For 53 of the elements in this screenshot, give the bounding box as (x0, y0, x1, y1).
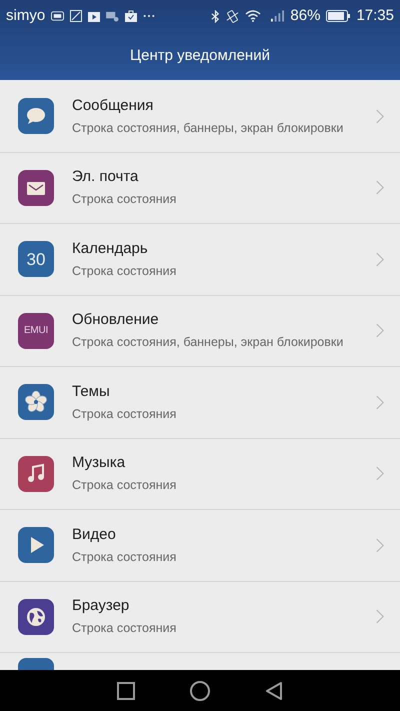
item-title: Темы (72, 382, 111, 402)
sim-card-icon (51, 11, 64, 21)
chevron-right-icon (376, 538, 384, 553)
app-icon (18, 658, 54, 670)
chevron-right-icon (376, 323, 384, 338)
clock-time: 17:35 (356, 6, 394, 26)
item-subtitle: Строка состояния, баннеры, экран блокировки (72, 334, 344, 352)
item-subtitle: Строка состояния (72, 620, 178, 638)
list-item[interactable]: Браузер Строка состояния (0, 582, 400, 653)
mail-settings-icon (106, 10, 120, 22)
icon-label: 30 (26, 250, 46, 268)
list-item[interactable]: Видео Строка состояния (0, 510, 400, 582)
image-icon (70, 10, 82, 22)
item-title: Видео (72, 524, 117, 545)
shopping-bag-icon (125, 10, 138, 22)
list-item[interactable]: Эл. почта Строка состояния (0, 152, 400, 224)
screen-title: Центр уведомлений (130, 46, 270, 66)
list-item[interactable]: Темы Строка состояния (0, 367, 400, 438)
chevron-right-icon (376, 180, 384, 196)
list-item[interactable]: Сообщения Строка состояния, баннеры, экран блокировки (0, 81, 400, 152)
chevron-right-icon (376, 466, 384, 482)
recent-apps-button[interactable] (117, 682, 136, 700)
item-title: Сообщения (72, 96, 154, 116)
icon-label: EMUI (24, 326, 48, 336)
item-title: Браузер (72, 596, 130, 616)
item-subtitle: Строка состояния, баннеры, экран блокировки (72, 120, 344, 137)
chevron-right-icon (376, 609, 384, 624)
item-title: Календарь (72, 238, 149, 259)
item-subtitle: Строка состояния (72, 477, 178, 494)
battery-percent: 86% (290, 6, 320, 26)
more-icon (143, 14, 156, 18)
carrier-name: simyo (6, 6, 46, 26)
list-item[interactable]: 30 Календарь Строка состояния (0, 224, 400, 296)
wifi-icon (245, 10, 262, 22)
item-subtitle: Строка состояния (72, 406, 178, 423)
play-store-icon (88, 10, 100, 22)
chevron-right-icon (376, 394, 384, 410)
item-subtitle: Строка состояния (72, 262, 178, 280)
list-item[interactable]: EMUI Обновление Строка состояния, баннеры, экран блокировки (0, 296, 400, 367)
back-button[interactable] (264, 680, 283, 700)
item-title: Эл. почта (72, 167, 140, 188)
chevron-right-icon (376, 108, 384, 124)
item-subtitle: Строка состояния (72, 191, 178, 208)
battery-icon (326, 10, 350, 22)
item-title: Обновление (72, 310, 160, 330)
vibrate-icon (226, 10, 240, 22)
home-button[interactable] (190, 680, 210, 700)
chevron-right-icon (376, 252, 384, 267)
list-item[interactable]: Музыка Строка состояния (0, 438, 400, 510)
bluetooth-icon (211, 10, 220, 22)
item-subtitle: Строка состояния (72, 548, 178, 566)
item-title: Музыка (72, 453, 126, 474)
signal-icon (271, 10, 284, 22)
